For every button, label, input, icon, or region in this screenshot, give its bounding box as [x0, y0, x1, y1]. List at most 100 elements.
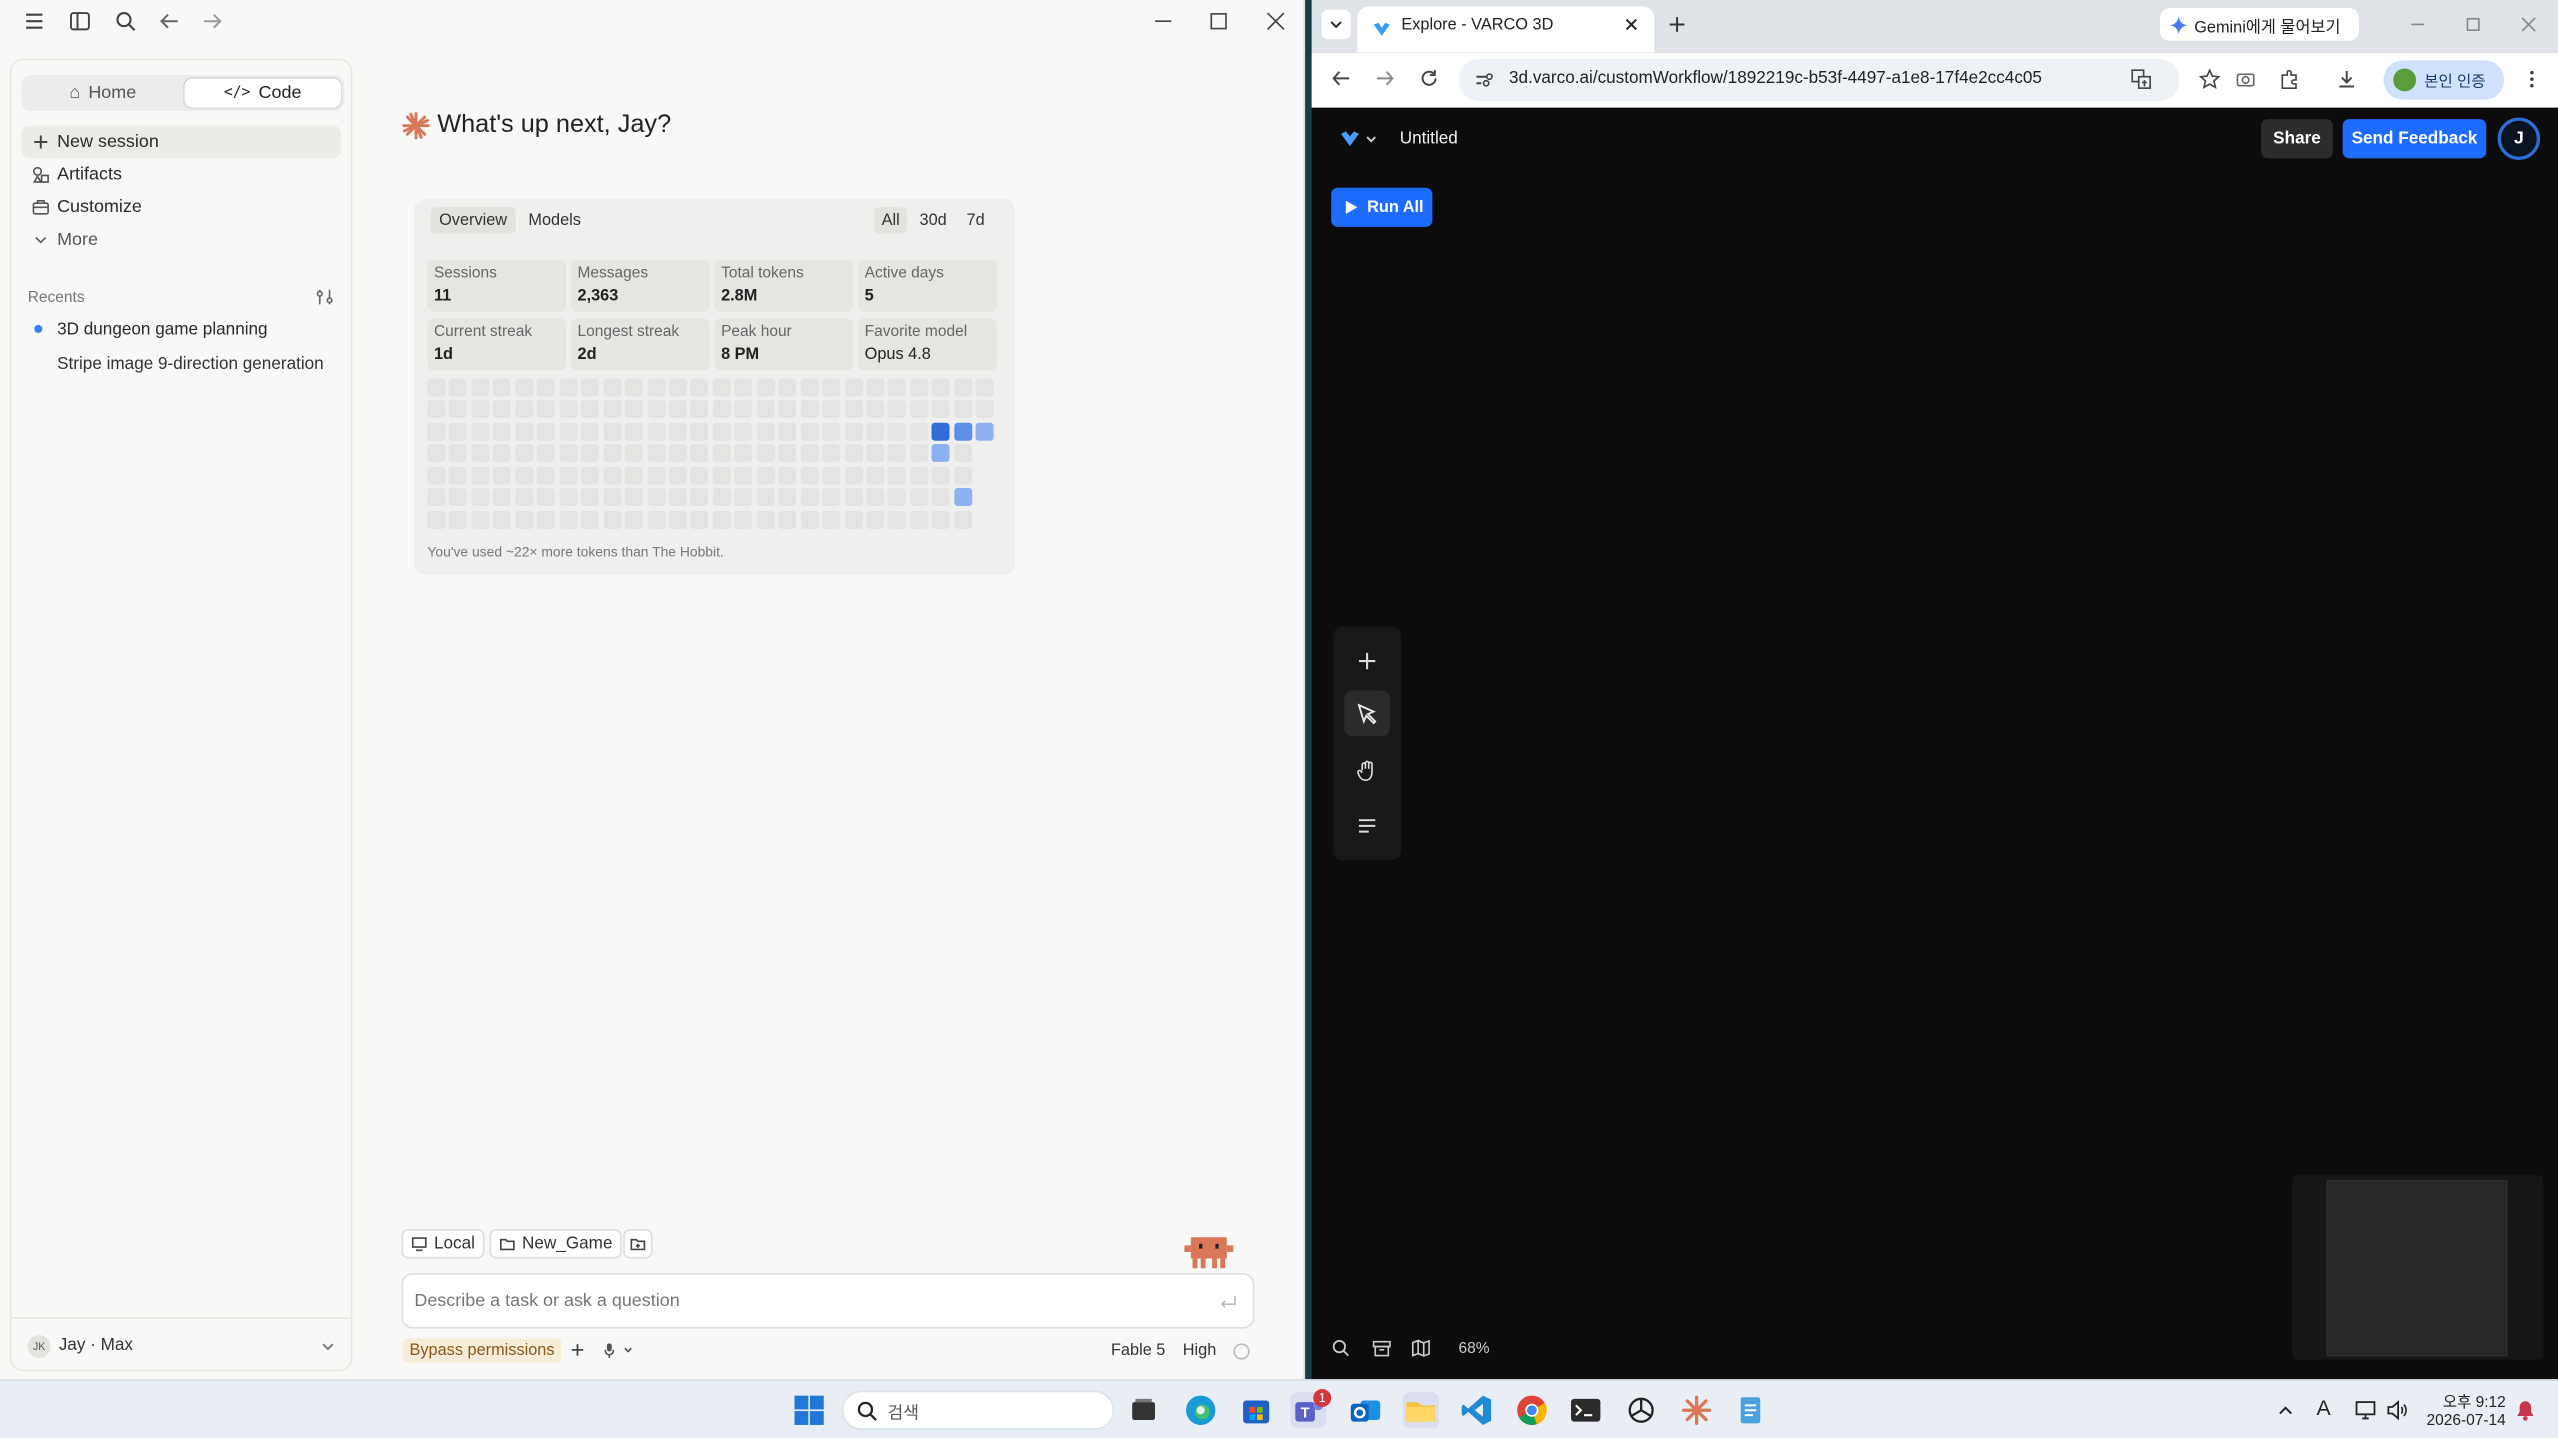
archive-icon[interactable]	[1372, 1338, 1392, 1358]
bypass-permissions-badge[interactable]: Bypass permissions	[402, 1338, 562, 1363]
hand-icon[interactable]	[1356, 759, 1379, 782]
edge-icon[interactable]	[1183, 1392, 1219, 1428]
more-vert-icon[interactable]	[2525, 69, 2538, 90]
run-all-button[interactable]: Run All	[1331, 187, 1433, 227]
add-node-icon[interactable]	[1356, 650, 1379, 673]
map-icon[interactable]	[1411, 1338, 1431, 1358]
user-name[interactable]: Jay · Max	[59, 1335, 133, 1355]
local-chip[interactable]: Local	[401, 1229, 485, 1259]
minimap-viewport[interactable]	[2326, 1180, 2508, 1357]
tab-close-icon[interactable]	[1622, 15, 1642, 35]
camera-icon[interactable]	[2235, 69, 2256, 90]
zoom-level[interactable]: 68%	[1458, 1340, 1489, 1358]
recents-heading: Recents	[27, 288, 85, 307]
store-icon[interactable]	[1238, 1392, 1274, 1428]
avatar[interactable]: JK	[27, 1335, 51, 1359]
workflow-canvas[interactable]: Untitled Share Send Feedback J Run All 6…	[1311, 107, 2558, 1380]
filter-icon[interactable]	[315, 287, 335, 307]
claude-icon[interactable]	[1679, 1392, 1715, 1428]
range-30d[interactable]: 30d	[914, 207, 953, 233]
heatmap-cell	[449, 488, 468, 507]
task-view-icon[interactable]	[1126, 1392, 1162, 1428]
heatmap-cell	[866, 378, 885, 397]
star-icon[interactable]	[2199, 68, 2221, 90]
artifacts-link[interactable]: Artifacts	[21, 158, 341, 191]
heatmap-cell	[822, 466, 841, 485]
heatmap-cell	[866, 444, 885, 463]
tab-models[interactable]: Models	[522, 207, 587, 233]
tab-code[interactable]: </> Code	[184, 78, 341, 108]
range-7d[interactable]: 7d	[959, 207, 992, 233]
new-tab-icon[interactable]	[1667, 15, 1687, 35]
maximize-icon[interactable]	[1207, 10, 1233, 36]
more-link[interactable]: More	[21, 224, 341, 257]
tab-overview[interactable]: Overview	[430, 207, 516, 234]
tab-home[interactable]: ⌂ Home	[24, 78, 181, 107]
send-feedback-button[interactable]: Send Feedback	[2342, 119, 2487, 159]
terminal-icon[interactable]	[1568, 1392, 1604, 1428]
gemini-button[interactable]: Gemini에게 물어보기	[2159, 8, 2359, 41]
clock-date[interactable]: 2026-07-14	[2414, 1412, 2505, 1430]
chevron-up-icon[interactable]	[2277, 1402, 2293, 1418]
download-icon[interactable]	[2336, 69, 2357, 90]
vscode-icon[interactable]	[1458, 1392, 1494, 1428]
notification-bell-icon[interactable]	[2516, 1399, 2536, 1422]
mic-icon[interactable]	[602, 1340, 638, 1360]
range-all[interactable]: All	[874, 207, 908, 234]
customize-link[interactable]: Customize	[21, 191, 341, 224]
maximize-icon[interactable]	[2463, 15, 2483, 35]
back-arrow-icon[interactable]	[158, 10, 184, 36]
reload-icon[interactable]	[1419, 69, 1439, 89]
document-title[interactable]: Untitled	[1400, 129, 1458, 149]
heatmap-cell	[581, 444, 599, 463]
recent-item[interactable]: 3D dungeon game planning	[57, 320, 344, 340]
recent-item[interactable]: Stripe image 9-direction generation	[57, 354, 344, 374]
tab-search-button[interactable]	[1321, 9, 1351, 40]
volume-icon[interactable]	[2385, 1399, 2408, 1422]
windows-start-icon[interactable]	[794, 1395, 824, 1425]
new-session-button[interactable]: New session	[21, 125, 341, 159]
extensions-icon[interactable]	[2279, 69, 2300, 90]
close-icon[interactable]	[2519, 15, 2539, 35]
search-icon[interactable]	[114, 10, 140, 36]
forward-arrow-icon[interactable]	[1375, 69, 1395, 89]
heatmap-cell	[602, 378, 621, 397]
avatar[interactable]: J	[2497, 117, 2541, 160]
minimize-icon[interactable]	[2408, 15, 2428, 35]
notepad-icon[interactable]	[1733, 1392, 1769, 1428]
taskbar-search-box[interactable]: 검색	[841, 1390, 1115, 1430]
close-icon[interactable]	[1264, 10, 1290, 36]
chevron-down-icon[interactable]	[318, 1337, 338, 1357]
chrome-icon[interactable]	[1514, 1392, 1550, 1428]
profile-verify-button[interactable]: 본인 인증	[2383, 60, 2505, 100]
url-text[interactable]: 3d.varco.ai/customWorkflow/1892219c-b53f…	[1509, 69, 2042, 89]
plus-icon[interactable]	[568, 1340, 588, 1360]
notes-icon[interactable]	[1356, 814, 1379, 837]
composer-box[interactable]	[401, 1273, 1255, 1329]
ime-indicator[interactable]: A	[2317, 1396, 2331, 1420]
enter-icon[interactable]	[1219, 1293, 1239, 1313]
add-folder-button[interactable]	[623, 1229, 653, 1259]
share-button[interactable]: Share	[2261, 119, 2333, 159]
back-arrow-icon[interactable]	[1331, 69, 1351, 89]
clock-time[interactable]: 오후 9:12	[2414, 1389, 2506, 1412]
app-logo-menu[interactable]	[1339, 129, 1381, 149]
network-icon[interactable]	[2354, 1399, 2377, 1422]
heatmap-cell	[734, 422, 753, 441]
menu-icon[interactable]	[23, 10, 49, 36]
effort-selector[interactable]: High	[1183, 1342, 1217, 1360]
minimap[interactable]	[2292, 1175, 2544, 1360]
composer-input[interactable]	[414, 1287, 1182, 1314]
chatgpt-icon[interactable]	[1623, 1392, 1659, 1428]
folder-chip[interactable]: New_Game	[489, 1229, 623, 1259]
model-selector[interactable]: Fable 5	[1111, 1342, 1165, 1360]
forward-arrow-icon[interactable]	[201, 10, 227, 36]
search-icon[interactable]	[1331, 1338, 1351, 1358]
file-explorer-icon[interactable]	[1402, 1392, 1439, 1429]
translate-icon[interactable]	[2131, 69, 2152, 90]
sidebar-toggle-icon[interactable]	[69, 10, 95, 36]
site-settings-icon[interactable]	[1475, 70, 1495, 90]
minimize-icon[interactable]	[1152, 10, 1178, 36]
outlook-icon[interactable]	[1348, 1392, 1384, 1428]
varco-favicon-icon	[1372, 20, 1392, 40]
